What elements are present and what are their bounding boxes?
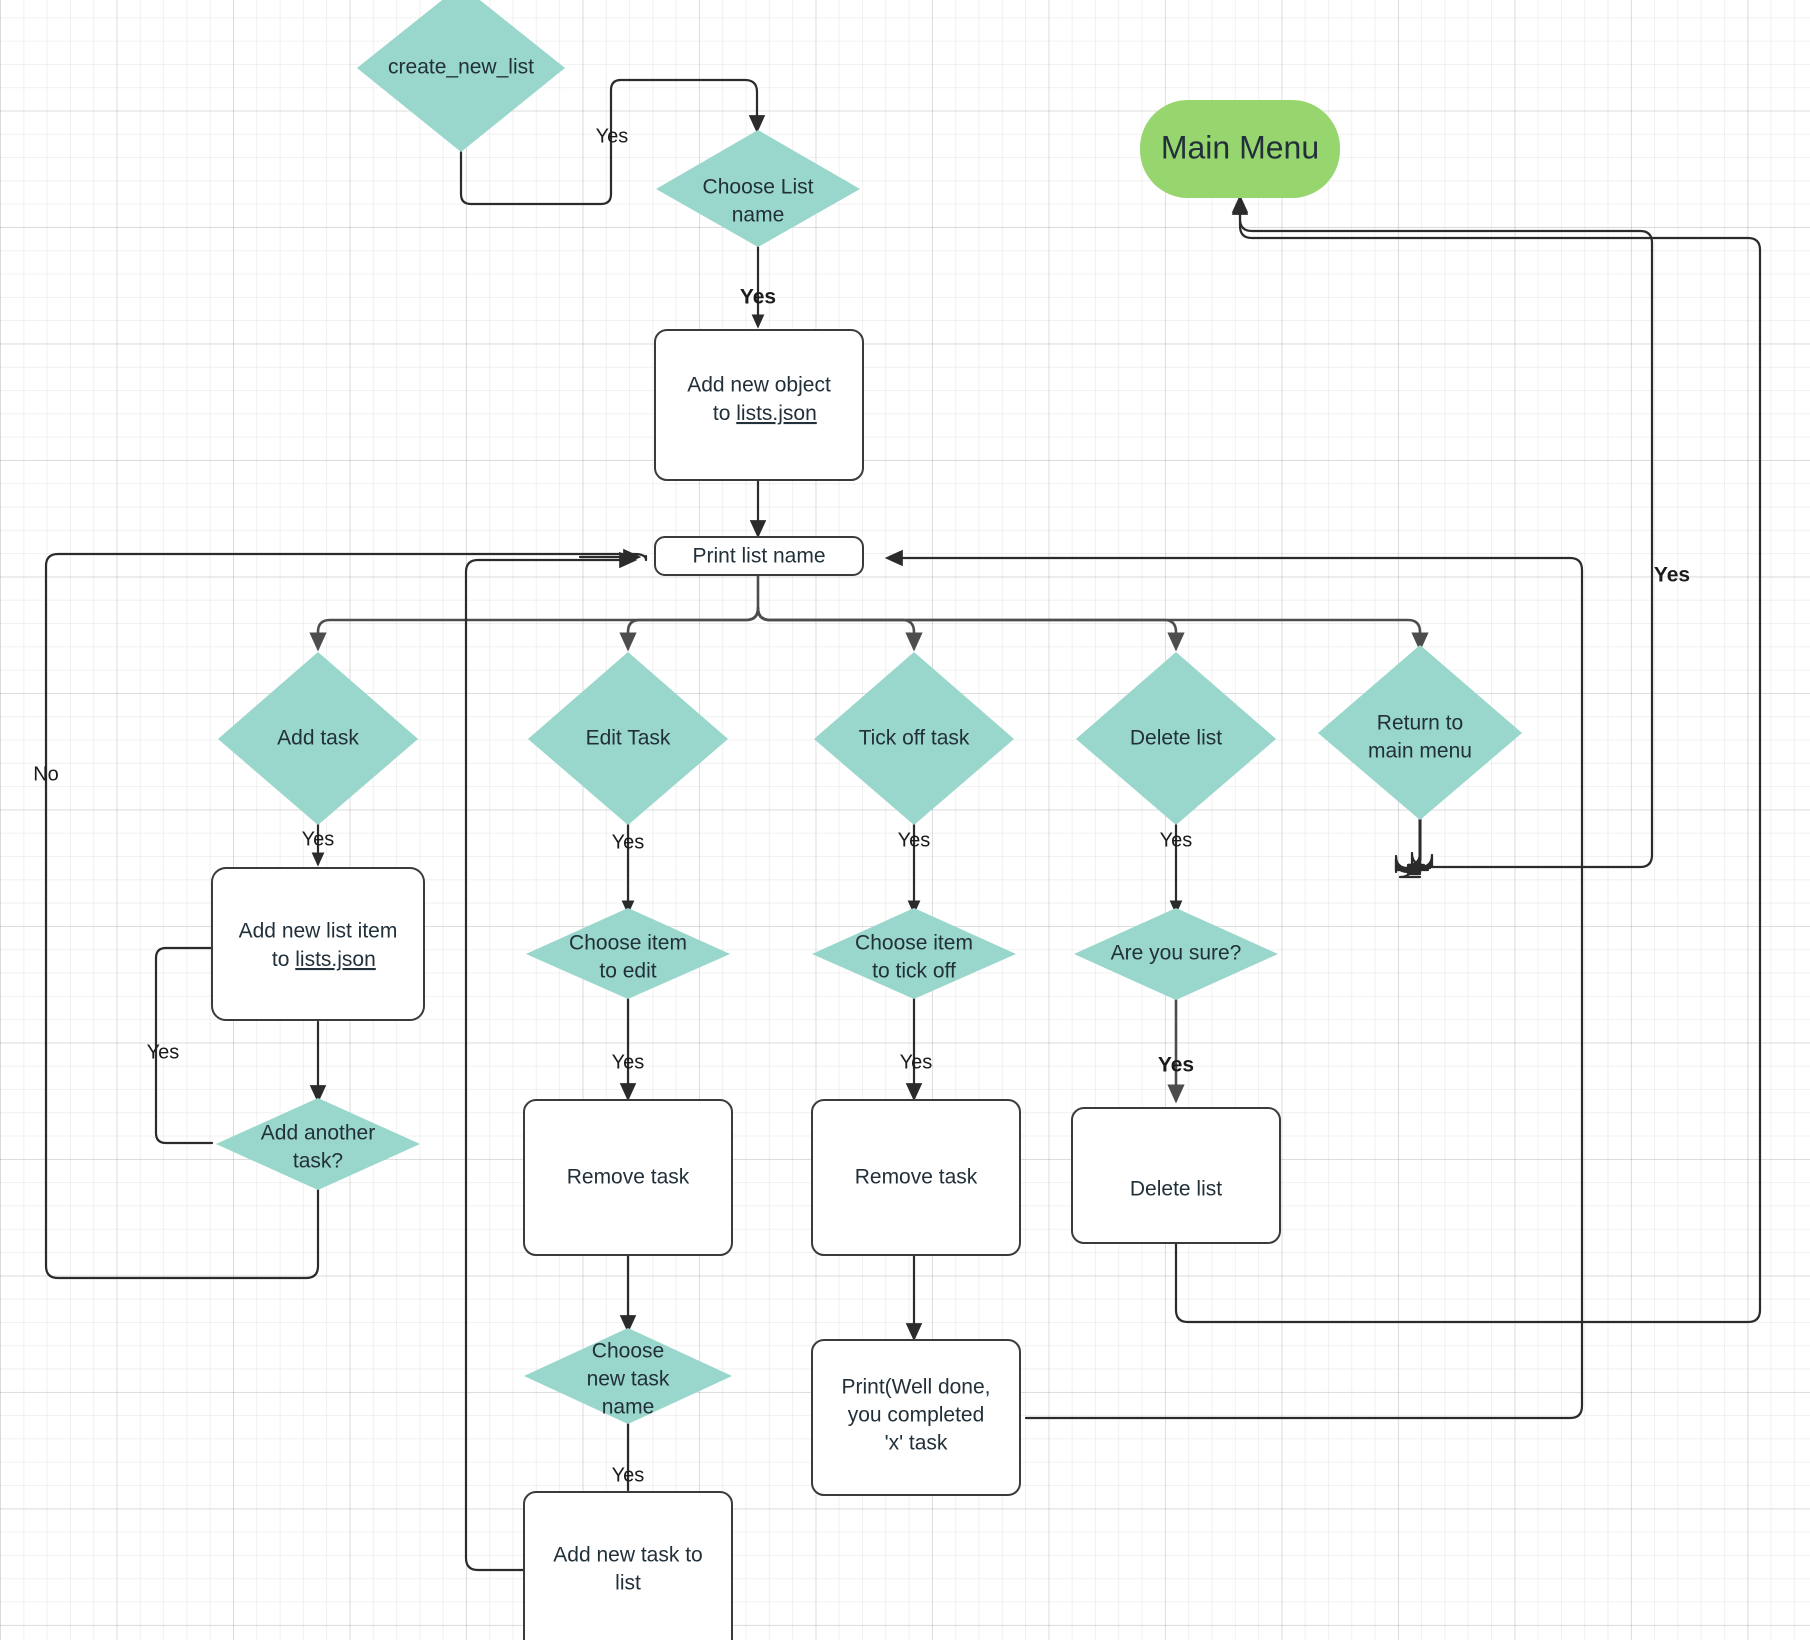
node-choose-list-name-label-2: name [732,204,785,227]
edge-printlist-bus-returnbranch [756,606,1429,652]
node-print-well-done-label-1: Print(Well done, [841,1376,990,1399]
node-add-another-task[interactable]: Add another task? [216,1098,420,1190]
edge-label-choose-list-name-yes: Yes [740,286,776,309]
node-delete-list-action-label: Delete list [1130,1178,1222,1201]
edge-printlist-bus-deletebranch [756,606,1185,652]
node-create-new-list-label: create_new_list [388,56,534,79]
node-add-another-task-label-2: task? [293,1150,343,1173]
node-print-well-done-label-3: 'x' task [885,1432,948,1455]
node-create-new-list[interactable]: create_new_list [357,0,565,152]
flowchart-svg: create_new_list Choose List name Main Me… [33,0,1762,1640]
edges-clean [1406,804,1422,872]
node-choose-new-task-name[interactable]: Choose new task name [524,1328,732,1424]
node-main-menu-label: Main Menu [1161,129,1319,165]
node-choose-item-tick-label-1: Choose item [855,932,973,955]
lists-json-link-2[interactable]: lists.json [295,948,376,971]
node-add-new-list-item[interactable]: Add new list item to lists.json [208,867,429,1021]
node-add-new-object-prefix: to [713,402,736,425]
node-choose-item-to-edit[interactable]: Choose item to edit [526,908,730,999]
node-main-menu[interactable]: Main Menu [1140,100,1340,198]
node-choose-list-name[interactable]: Choose List name [656,130,860,247]
node-choose-new-task-name-label-1: Choose [592,1340,664,1363]
node-return-to-main-menu-label-2: main menu [1368,740,1472,763]
node-remove-task-tick[interactable]: Remove task [811,1099,1021,1256]
node-add-task[interactable]: Add task [218,652,418,825]
node-add-new-task-to-list[interactable]: Add new task to list [523,1491,733,1640]
edge-printlist-bus-tickbranch [756,606,923,652]
node-choose-item-to-edit-label-2: to edit [599,960,656,983]
node-print-list-name[interactable]: Print list name [654,536,864,576]
edge-label-create-to-choose: Yes [596,125,629,147]
edge-label-choose-item-tick-yes: Yes [900,1051,933,1073]
node-return-to-main-menu-label-1: Return to [1377,712,1463,735]
edge-printwelldone-to-printlist [884,549,1584,1420]
node-add-new-task-to-list-label-1: Add new task to [553,1544,702,1567]
node-choose-new-task-name-label-2: new task [587,1368,670,1391]
node-tick-off-task-label: Tick off task [859,727,970,750]
node-remove-task-tick-label: Remove task [855,1166,978,1189]
node-remove-task-edit-label: Remove task [567,1166,690,1189]
node-add-new-list-item-label-2: to lists.json [208,948,429,971]
edge-label-return-main-menu-yes: Yes [1654,564,1690,587]
node-choose-item-to-edit-label-1: Choose item [569,932,687,955]
edge-label-add-another-task-yes: Yes [147,1041,180,1063]
edge-printlist-bus-editbranch [619,606,760,652]
node-add-task-label: Add task [277,727,359,750]
node-are-you-sure-label: Are you sure? [1111,942,1242,965]
node-choose-item-tick-label-2: to tick off [872,960,956,983]
node-tick-off-task[interactable]: Tick off task [814,652,1014,825]
nodes-layer: create_new_list Choose List name Main Me… [208,0,1522,1640]
node-add-new-task-to-list-label-2: list [615,1572,641,1595]
node-print-well-done[interactable]: Print(Well done, you completed 'x' task [811,1339,1021,1496]
node-choose-item-to-tick-off[interactable]: Choose item to tick off [812,908,1016,999]
edge-label-tick-off-task-yes: Yes [898,829,931,851]
edge-label-choose-new-task-name-yes: Yes [612,1464,645,1486]
node-add-another-task-label-1: Add another [261,1122,375,1145]
node-print-list-name-label: Print list name [692,545,825,568]
edge-label-choose-item-to-edit-yes: Yes [612,1051,645,1073]
edge-label-add-task-yes: Yes [302,828,335,850]
lists-json-link[interactable]: lists.json [736,402,817,425]
node-choose-list-name-label-1: Choose List [703,176,814,199]
edge-label-are-you-sure-yes: Yes [1158,1054,1194,1077]
edge-label-add-another-task-no: No [33,763,59,785]
node-edit-task[interactable]: Edit Task [528,652,728,825]
node-remove-task-edit[interactable]: Remove task [523,1099,733,1256]
edge-label-edit-task-yes: Yes [612,831,645,853]
node-add-new-list-item-prefix: to [272,948,295,971]
node-print-well-done-label-2: you completed [848,1404,985,1427]
node-add-new-object-label-1: Add new object [687,374,831,397]
edge-printlist-bus-down [309,572,760,652]
node-choose-new-task-name-label-3: name [602,1396,655,1419]
flowchart-canvas: create_new_list Choose List name Main Me… [0,0,1810,1640]
node-add-new-object[interactable]: Add new object to lists.json [649,329,870,481]
node-delete-list-action[interactable]: Delete list [1071,1107,1281,1244]
node-add-new-object-label-2: to lists.json [649,402,870,425]
node-return-to-main-menu[interactable]: Return to main menu [1318,645,1522,820]
node-delete-list-decision-label: Delete list [1130,727,1222,750]
node-add-new-list-item-label-1: Add new list item [239,920,398,943]
node-are-you-sure[interactable]: Are you sure? [1074,908,1278,1000]
node-edit-task-label: Edit Task [586,727,671,750]
node-delete-list-decision[interactable]: Delete list [1076,652,1276,825]
edge-label-delete-list-yes: Yes [1160,829,1193,851]
